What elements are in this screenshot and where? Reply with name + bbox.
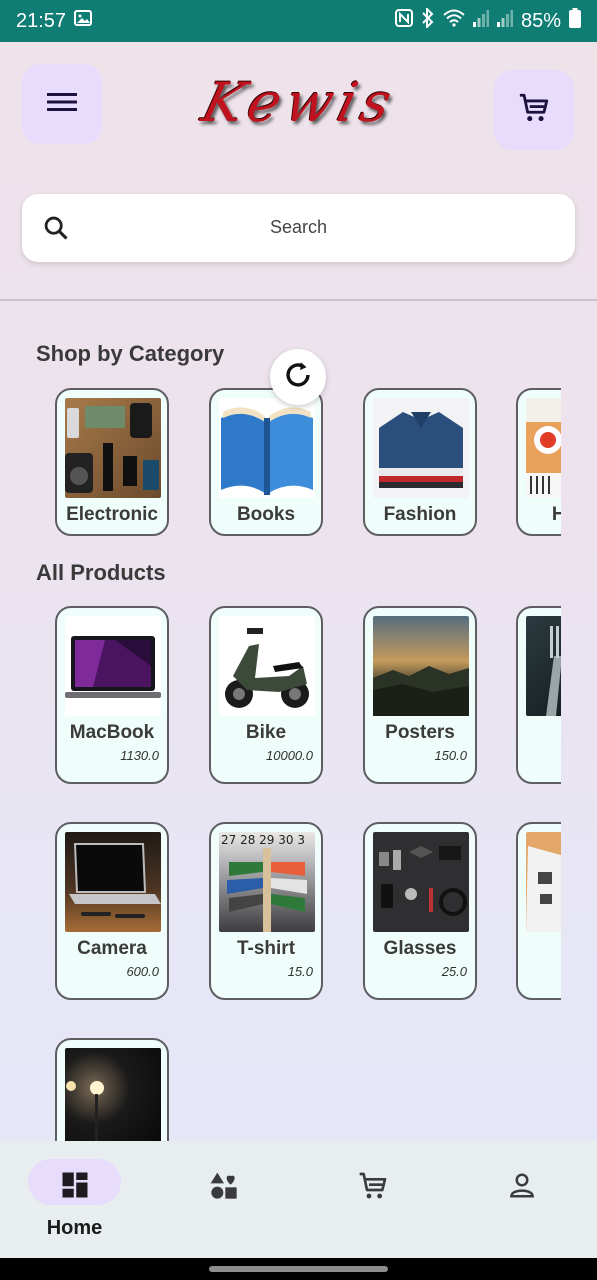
search-placeholder: Search — [269, 217, 328, 237]
product-price: 1130.0 — [120, 748, 159, 763]
bluetooth-icon — [421, 6, 435, 34]
refresh-button[interactable] — [270, 349, 326, 405]
nav-home[interactable]: Home — [0, 1141, 149, 1258]
top-bar: Kewis Search — [0, 42, 597, 302]
product-name: Bike — [245, 722, 287, 743]
product-image-posters — [373, 616, 469, 716]
product-name: Posters — [385, 722, 455, 743]
category-section-title: Shop by Category — [36, 341, 225, 366]
status-bar: 21:57 85% — [0, 0, 597, 42]
category-card-fashion[interactable]: Fashion — [363, 388, 477, 536]
svg-text:27 28 29 30 3: 27 28 29 30 3 — [221, 833, 305, 847]
product-grid: MacBook 1130.0 Bike 10000.0 Posters 150.… — [0, 604, 561, 1141]
bottom-navigation: Home — [0, 1141, 597, 1258]
app-logo: Kewis — [196, 70, 404, 134]
category-image-books — [219, 398, 315, 498]
category-name: Electronic — [66, 504, 158, 525]
nav-profile[interactable] — [447, 1141, 596, 1258]
product-price: 25.0 — [441, 964, 467, 979]
shopping-cart-icon — [517, 91, 551, 130]
category-card-home[interactable]: Hom — [516, 388, 561, 536]
header-divider — [0, 299, 597, 301]
product-image-partial-2 — [526, 832, 561, 932]
gallery-icon — [74, 9, 93, 33]
signal-icon-2 — [496, 9, 513, 33]
home-gesture-handle[interactable] — [209, 1266, 388, 1272]
product-image-partial-3 — [65, 1048, 161, 1141]
product-card-partial-1[interactable]: F — [516, 606, 561, 784]
cart-icon — [357, 1170, 389, 1207]
product-image-glasses — [373, 832, 469, 932]
category-name: Fashion — [383, 504, 457, 525]
category-card-books[interactable]: Books — [209, 388, 323, 536]
hamburger-menu-icon — [46, 90, 78, 119]
category-image-fashion — [373, 398, 469, 498]
dashboard-icon — [60, 1170, 90, 1205]
product-image-partial-1 — [526, 616, 561, 716]
product-price: 10000.0 — [266, 748, 313, 763]
product-price: 600.0 — [126, 964, 159, 979]
product-name: T-shirt — [236, 938, 296, 959]
nav-cart[interactable] — [298, 1141, 447, 1258]
nav-categories[interactable] — [149, 1141, 298, 1258]
product-price: 150.0 — [434, 748, 467, 763]
product-card-camera[interactable]: Camera 600.0 — [55, 822, 169, 1000]
product-name: Bo — [518, 938, 561, 960]
product-price: 15.0 — [287, 964, 313, 979]
category-image-home — [526, 398, 561, 498]
product-name: F — [518, 722, 561, 744]
nav-home-label: Home — [46, 1217, 103, 1239]
gesture-bar-area — [0, 1258, 597, 1280]
battery-icon — [569, 8, 581, 34]
product-name: MacBook — [69, 722, 155, 743]
product-card-glasses[interactable]: Glasses 25.0 — [363, 822, 477, 1000]
cart-button[interactable] — [494, 70, 574, 150]
refresh-icon — [281, 358, 315, 397]
products-section-title: All Products — [36, 560, 166, 585]
signal-icon-1 — [472, 9, 489, 33]
product-image-camera — [65, 832, 161, 932]
category-name: Books — [236, 504, 296, 525]
product-image-bike — [219, 616, 315, 716]
category-list: Electronic Books Fashion — [0, 385, 561, 540]
menu-button[interactable] — [22, 64, 102, 144]
product-card-partial-3[interactable] — [55, 1038, 169, 1141]
product-card-tshirt[interactable]: 27 28 29 30 3 T-shirt 15.0 — [209, 822, 323, 1000]
product-card-posters[interactable]: Posters 150.0 — [363, 606, 477, 784]
search-bar[interactable]: Search — [22, 194, 575, 262]
status-time: 21:57 — [16, 9, 67, 32]
wifi-icon — [443, 9, 465, 33]
product-name: Camera — [77, 938, 147, 959]
product-name: Glasses — [383, 938, 457, 959]
categories-icon — [208, 1170, 240, 1207]
product-card-bike[interactable]: Bike 10000.0 — [209, 606, 323, 784]
product-image-tshirt: 27 28 29 30 3 — [219, 832, 315, 932]
category-image-electronic — [65, 398, 161, 498]
category-card-electronic[interactable]: Electronic — [55, 388, 169, 536]
profile-icon — [507, 1170, 537, 1205]
product-card-partial-2[interactable]: Bo — [516, 822, 561, 1000]
category-name: Hom — [518, 504, 561, 526]
battery-percent: 85% — [520, 9, 561, 32]
product-image-macbook — [65, 616, 161, 716]
nfc-icon — [394, 9, 413, 33]
product-card-macbook[interactable]: MacBook 1130.0 — [55, 606, 169, 784]
